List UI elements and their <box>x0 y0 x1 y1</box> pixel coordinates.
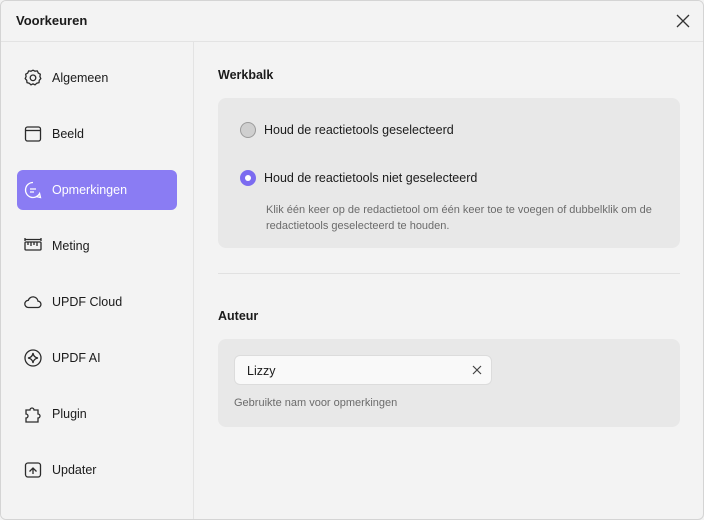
author-card: Gebruikte nam voor opmerkingen <box>218 339 680 427</box>
toolbar-section-title: Werkbalk <box>218 68 274 82</box>
radio-button[interactable] <box>240 122 256 138</box>
close-button[interactable] <box>671 9 695 33</box>
author-section-title: Auteur <box>218 309 259 323</box>
sidebar-item-beeld[interactable]: Beeld <box>17 114 177 154</box>
close-icon <box>472 365 482 375</box>
sidebar-item-algemeen[interactable]: Algemeen <box>17 58 177 98</box>
sidebar-item-label: Updater <box>52 463 97 477</box>
radio-button[interactable] <box>240 170 256 186</box>
window-title: Voorkeuren <box>16 13 88 28</box>
update-icon <box>23 460 43 480</box>
option-keep-not-selected[interactable]: Houd de reactietools niet geselecteerd <box>240 170 477 186</box>
sidebar-item-updf-ai[interactable]: UPDF AI <box>17 338 177 378</box>
sidebar-item-label: Algemeen <box>52 71 109 85</box>
ruler-icon <box>23 236 43 256</box>
layout-icon <box>23 124 43 144</box>
puzzle-icon <box>23 404 43 424</box>
option-help-text: Klik één keer op de redactietool om één … <box>266 204 652 232</box>
ai-sparkle-icon <box>23 348 43 368</box>
preferences-window: Voorkeuren Algemeen Beeld Opmerkingen Me… <box>0 0 704 520</box>
sidebar-item-opmerkingen[interactable]: Opmerkingen <box>17 170 177 210</box>
author-name-input[interactable] <box>245 356 469 386</box>
option-label: Houd de reactietools niet geselecteerd <box>264 171 478 185</box>
sidebar-item-label: Beeld <box>52 127 84 141</box>
sidebar-item-label: Plugin <box>52 407 87 421</box>
sidebar-item-updater[interactable]: Updater <box>17 450 177 490</box>
settings-panel: Werkbalk Houd de reactietools geselectee… <box>194 42 703 519</box>
sidebar: Algemeen Beeld Opmerkingen Meting UPDF C… <box>1 42 194 519</box>
option-keep-selected[interactable]: Houd de reactietools geselecteerd <box>240 122 454 138</box>
close-icon <box>676 14 690 28</box>
gear-icon <box>23 68 43 88</box>
sidebar-item-label: UPDF Cloud <box>52 295 123 309</box>
author-help-text: Gebruikte nam voor opmerkingen <box>234 397 398 409</box>
toolbar-options-card: Houd de reactietools geselecteerd Houd d… <box>218 98 680 248</box>
clear-button[interactable] <box>471 364 483 376</box>
section-divider <box>218 273 680 274</box>
sidebar-item-updf-cloud[interactable]: UPDF Cloud <box>17 282 177 322</box>
sidebar-item-label: Meting <box>52 239 90 253</box>
sidebar-item-label: Opmerkingen <box>52 183 128 197</box>
option-label: Houd de reactietools geselecteerd <box>264 123 454 137</box>
cloud-icon <box>23 292 43 312</box>
sidebar-item-meting[interactable]: Meting <box>17 226 177 266</box>
author-name-field[interactable] <box>234 355 492 386</box>
sidebar-item-label: UPDF AI <box>52 351 101 365</box>
comment-icon <box>23 180 43 200</box>
title-bar: Voorkeuren <box>1 1 703 42</box>
sidebar-item-plugin[interactable]: Plugin <box>17 394 177 434</box>
